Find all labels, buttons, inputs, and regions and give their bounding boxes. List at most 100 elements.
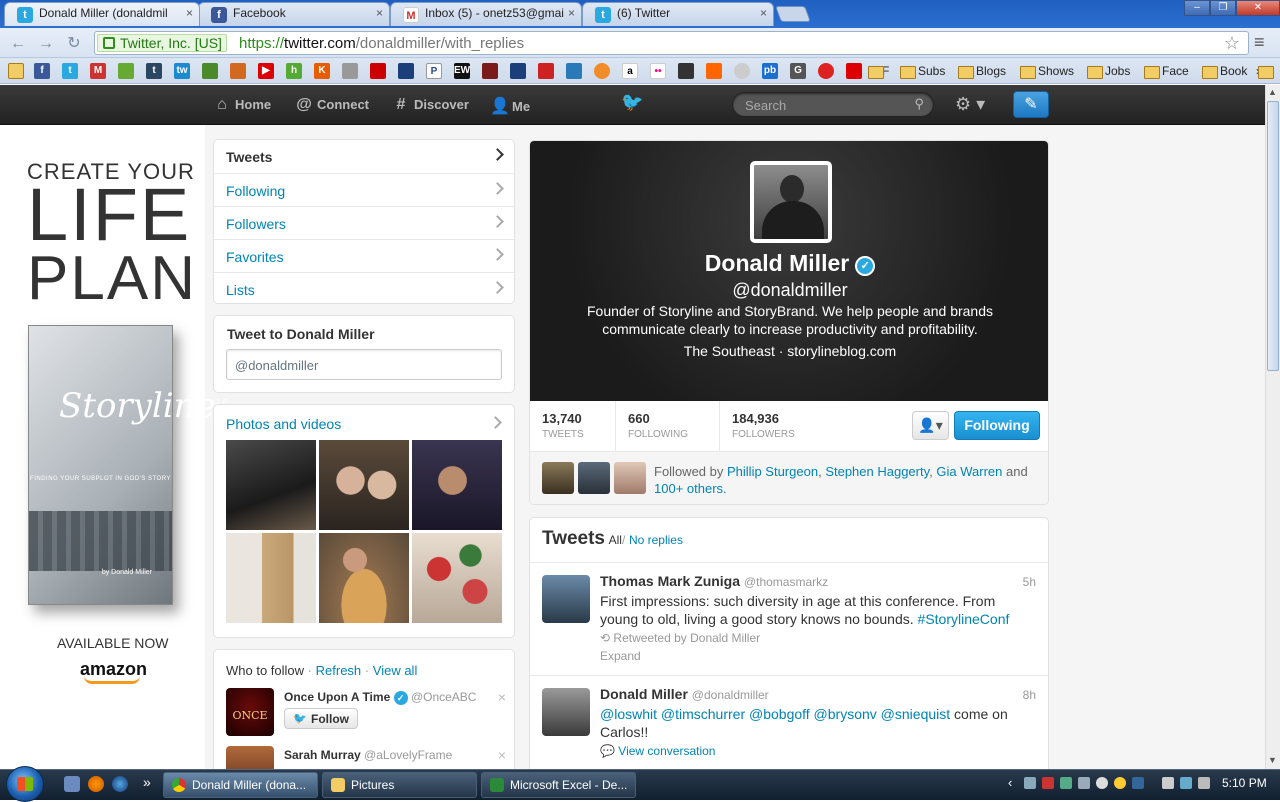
bookmark-icon[interactable] [538, 63, 554, 79]
user-actions-dropdown[interactable]: 👤▾ [912, 411, 949, 440]
avatar[interactable]: ONCE [226, 688, 274, 736]
bookmark-icon[interactable] [566, 63, 582, 79]
dismiss-icon[interactable]: × [498, 747, 506, 763]
wrench-menu-icon[interactable]: ≡ [1254, 32, 1265, 53]
bookmark-folder-subs[interactable]: Subs [898, 62, 945, 80]
flickr-icon[interactable]: •• [650, 63, 666, 79]
bookmark-tlf[interactable]: TLF [866, 62, 889, 80]
tray-icon[interactable] [1060, 777, 1072, 789]
search-icon[interactable]: ⚲ [914, 96, 924, 112]
bookmark-icon[interactable] [846, 63, 862, 79]
suggestion-name[interactable]: Sarah Murray @aLovelyFrame [284, 748, 452, 762]
nav-discover[interactable]: # Discover [392, 96, 469, 114]
maximize-button[interactable]: ❐ [1210, 0, 1236, 16]
gmail-icon[interactable]: M [90, 63, 106, 79]
security-indicator[interactable]: Twitter, Inc. [US] [97, 34, 227, 52]
profile-nav-lists[interactable]: Lists [214, 272, 514, 305]
twitter-bird-icon[interactable]: 🐦 [621, 92, 645, 112]
photo-thumbnail[interactable] [412, 533, 502, 623]
bookmark-icon[interactable] [370, 63, 386, 79]
facebook-icon[interactable]: f [34, 63, 50, 79]
youtube-icon[interactable]: ▶ [258, 63, 274, 79]
folder-icon[interactable] [8, 63, 24, 79]
bookmark-icon[interactable] [510, 63, 526, 79]
tweet-author[interactable]: Donald Miller @donaldmiller [600, 686, 769, 702]
tray-icon[interactable] [1132, 777, 1144, 789]
hashtag-link[interactable]: #StorylineConf [918, 611, 1010, 627]
firefox-icon[interactable] [88, 776, 104, 792]
profile-nav-favorites[interactable]: Favorites [214, 239, 514, 272]
start-button[interactable] [6, 766, 44, 802]
compose-tweet-button[interactable]: ✎ [1013, 91, 1049, 118]
chevron-right-icon[interactable] [489, 416, 502, 429]
suggestion-name[interactable]: Once Upon A Time ✓ @OnceABC [284, 690, 476, 705]
follow-button[interactable]: 🐦 Follow [284, 708, 358, 729]
view-all-link[interactable]: View all [373, 663, 418, 678]
avatar[interactable] [614, 462, 646, 494]
bookmark-icon[interactable]: K [314, 63, 330, 79]
stat-following[interactable]: 660 FOLLOWING [616, 401, 720, 451]
tweet-timestamp[interactable]: 8h [1023, 688, 1036, 702]
bookmark-icon[interactable] [230, 63, 246, 79]
dismiss-icon[interactable]: × [498, 689, 506, 705]
close-window-button[interactable]: ✕ [1236, 0, 1280, 16]
bookmark-folder-shows[interactable]: Shows [1018, 62, 1074, 80]
tweet-author[interactable]: Thomas Mark Zuniga @thomasmarkz [600, 573, 828, 589]
taskbar-clock[interactable]: 5:10 PM [1222, 776, 1267, 790]
twitter-icon[interactable]: t [62, 63, 78, 79]
close-icon[interactable]: × [376, 6, 383, 20]
quick-launch-overflow[interactable]: » [143, 774, 151, 790]
bookmark-folder-jobs[interactable]: Jobs [1085, 62, 1130, 80]
others-link[interactable]: 100+ others. [654, 481, 727, 496]
follower-link[interactable]: Gia Warren [936, 464, 1002, 479]
close-icon[interactable]: × [186, 6, 193, 20]
new-tab-button[interactable] [775, 6, 811, 22]
tumblr-icon[interactable]: t [146, 63, 162, 79]
volume-icon[interactable] [1198, 777, 1210, 789]
photo-thumbnail[interactable] [226, 440, 316, 530]
bookmark-icon[interactable] [818, 63, 834, 79]
nav-connect[interactable]: @ Connect [295, 96, 369, 114]
tray-expand-icon[interactable]: ‹ [1008, 775, 1012, 790]
amazon-icon[interactable]: a [622, 63, 638, 79]
tab-donald-miller[interactable]: t Donald Miller (donaldmil × [4, 2, 200, 26]
profile-nav-following[interactable]: Following [214, 173, 514, 206]
refresh-link[interactable]: Refresh [316, 663, 362, 678]
tab-facebook[interactable]: f Facebook × [198, 2, 390, 26]
photo-thumbnail[interactable] [319, 440, 409, 530]
stat-tweets[interactable]: 13,740 TWEETS [530, 401, 616, 451]
tray-icon[interactable] [1114, 777, 1126, 789]
scrollbar-thumb[interactable] [1267, 101, 1279, 371]
bookmark-icon[interactable] [118, 63, 134, 79]
following-button[interactable]: Following [954, 411, 1040, 440]
tweet-timestamp[interactable]: 5h [1023, 575, 1036, 589]
photos-title[interactable]: Photos and videos [226, 416, 341, 432]
expand-link[interactable]: Expand [600, 649, 641, 663]
scroll-up-arrow-icon[interactable]: ▲ [1268, 87, 1277, 97]
ew-icon[interactable]: EW [454, 63, 470, 79]
bookmark-icon[interactable] [482, 63, 498, 79]
close-icon[interactable]: × [760, 6, 767, 20]
info-icon[interactable] [1096, 777, 1108, 789]
follower-link[interactable]: Stephen Haggerty [825, 464, 929, 479]
profile-website-link[interactable]: storylineblog.com [787, 343, 896, 359]
avatar[interactable] [226, 746, 274, 769]
tab-twitter[interactable]: t (6) Twitter × [582, 2, 774, 26]
filter-no-replies[interactable]: No replies [629, 533, 683, 547]
view-conversation-link[interactable]: 💬 View conversation [600, 744, 715, 758]
photo-thumbnail[interactable] [412, 440, 502, 530]
back-button[interactable]: ← [8, 34, 28, 54]
url-text[interactable]: https://twitter.com/donaldmiller/with_re… [239, 34, 524, 53]
internet-explorer-icon[interactable] [112, 776, 128, 792]
tweet-to-input[interactable]: @donaldmiller [226, 349, 502, 380]
settings-gear-icon[interactable]: ⚙ ▾ [955, 94, 985, 115]
tweet-item[interactable]: Donald Miller @donaldmiller 8h @loswhit … [530, 675, 1048, 769]
taskbar-window-excel[interactable]: Microsoft Excel - De... [481, 772, 636, 798]
rss-icon[interactable] [706, 63, 722, 79]
pandora-icon[interactable]: P [426, 63, 442, 79]
show-desktop-icon[interactable] [64, 776, 80, 792]
stat-followers[interactable]: 184,936 FOLLOWERS [720, 401, 830, 451]
network-icon[interactable] [1180, 777, 1192, 789]
hulu-icon[interactable]: h [286, 63, 302, 79]
nav-me[interactable]: 👤 Me [490, 96, 530, 116]
